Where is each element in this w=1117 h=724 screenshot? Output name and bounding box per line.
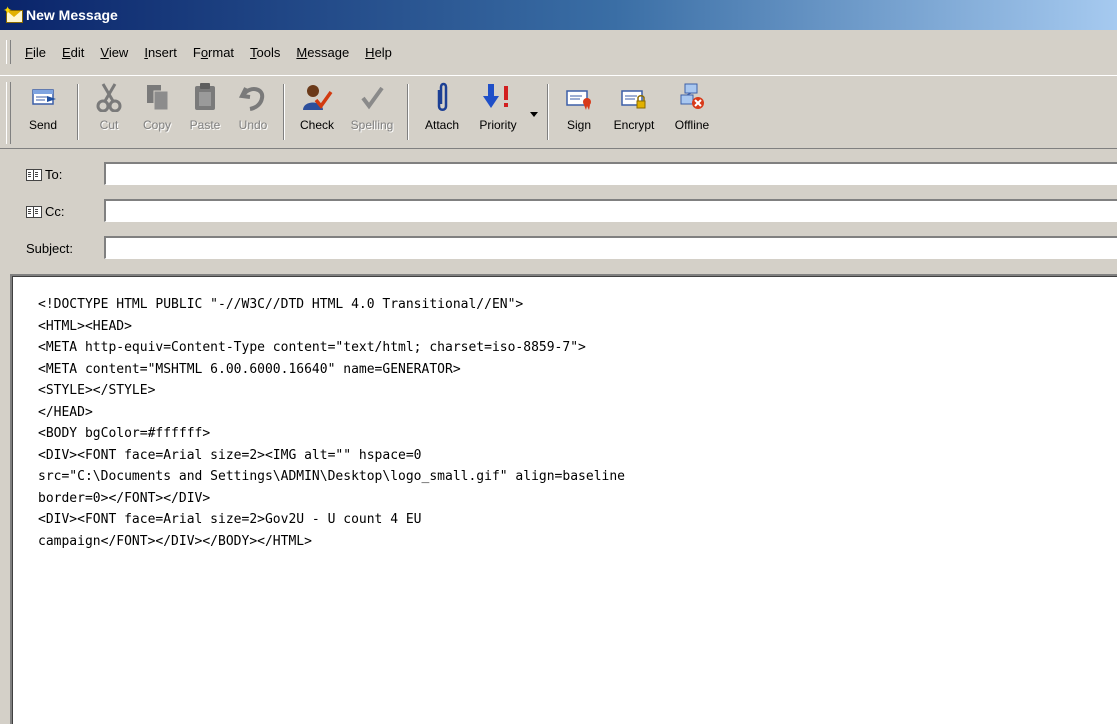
message-body-text: <!DOCTYPE HTML PUBLIC "-//W3C//DTD HTML … — [38, 297, 625, 549]
paperclip-icon — [425, 82, 459, 112]
menu-view[interactable]: View — [94, 43, 138, 62]
address-book-icon — [26, 205, 42, 218]
offline-label: Offline — [674, 118, 710, 132]
encrypt-button[interactable]: Encrypt — [603, 76, 665, 138]
window-title: New Message — [26, 7, 118, 23]
to-address-book-button[interactable]: To: — [26, 167, 62, 182]
send-label: Send — [28, 118, 58, 132]
scissors-icon — [92, 82, 126, 113]
cut-button[interactable]: Cut — [85, 76, 133, 138]
undo-button[interactable]: Undo — [229, 76, 277, 138]
cc-label: Cc: — [45, 204, 65, 219]
menu-tools[interactable]: Tools — [244, 43, 290, 62]
priority-label: Priority — [479, 118, 517, 132]
cc-row: Cc: — [0, 197, 1117, 227]
menu-bar-grip[interactable] — [6, 40, 11, 64]
send-icon — [26, 82, 60, 112]
dropdown-arrow-icon — [530, 106, 538, 120]
copy-label: Copy — [142, 118, 171, 132]
subject-row: Subject: — [0, 234, 1117, 264]
to-field[interactable] — [104, 162, 1117, 185]
menu-file[interactable]: File — [19, 43, 56, 62]
message-body-editor[interactable]: <!DOCTYPE HTML PUBLIC "-//W3C//DTD HTML … — [10, 274, 1117, 724]
check-names-icon — [300, 82, 334, 112]
attach-label: Attach — [424, 118, 460, 132]
sign-label: Sign — [566, 118, 592, 132]
spelling-button[interactable]: Spelling — [343, 76, 401, 138]
menu-format[interactable]: Format — [187, 43, 244, 62]
menu-message[interactable]: Message — [290, 43, 359, 62]
new-message-icon: ✦ — [3, 4, 23, 24]
toolbar-separator — [77, 84, 79, 140]
send-button[interactable]: Send — [15, 76, 71, 138]
menu-help[interactable]: Help — [359, 43, 402, 62]
paste-icon — [188, 82, 222, 112]
cc-address-book-button[interactable]: Cc: — [26, 204, 65, 219]
encrypt-label: Encrypt — [613, 118, 655, 132]
to-row: To: — [0, 160, 1117, 190]
attach-button[interactable]: Attach — [415, 76, 469, 138]
toolbar-separator — [547, 84, 549, 140]
subject-field[interactable] — [104, 236, 1117, 259]
offline-icon — [675, 82, 709, 112]
subject-label: Subject: — [26, 241, 73, 256]
undo-label: Undo — [238, 118, 268, 132]
paste-button[interactable]: Paste — [181, 76, 229, 138]
priority-dropdown-button[interactable] — [527, 76, 541, 138]
cc-field[interactable] — [104, 199, 1117, 222]
cut-label: Cut — [99, 118, 119, 132]
toolbar: Send Cut Copy Paste Undo Check Spelling … — [0, 75, 1117, 149]
menu-insert[interactable]: Insert — [138, 43, 187, 62]
sign-certificate-icon — [562, 82, 596, 112]
check-names-button[interactable]: Check — [291, 76, 343, 138]
offline-button[interactable]: Offline — [665, 76, 719, 138]
priority-button[interactable]: Priority — [469, 76, 527, 138]
toolbar-separator — [283, 84, 285, 140]
address-book-icon — [26, 168, 42, 181]
spelling-check-icon — [355, 82, 389, 112]
toolbar-grip[interactable] — [6, 82, 11, 144]
title-bar: ✦ New Message — [0, 0, 1117, 30]
menu-edit[interactable]: Edit — [56, 43, 94, 62]
sign-button[interactable]: Sign — [555, 76, 603, 138]
to-label: To: — [45, 167, 63, 182]
paste-label: Paste — [189, 118, 221, 132]
check-label: Check — [299, 118, 334, 132]
copy-button[interactable]: Copy — [133, 76, 181, 138]
priority-icon — [481, 82, 515, 112]
undo-icon — [236, 82, 270, 112]
encrypt-lock-icon — [617, 82, 651, 112]
copy-icon — [140, 82, 174, 112]
spelling-label: Spelling — [350, 118, 394, 132]
toolbar-separator — [407, 84, 409, 140]
menu-bar: File Edit View Insert Format Tools Messa… — [0, 37, 1117, 67]
